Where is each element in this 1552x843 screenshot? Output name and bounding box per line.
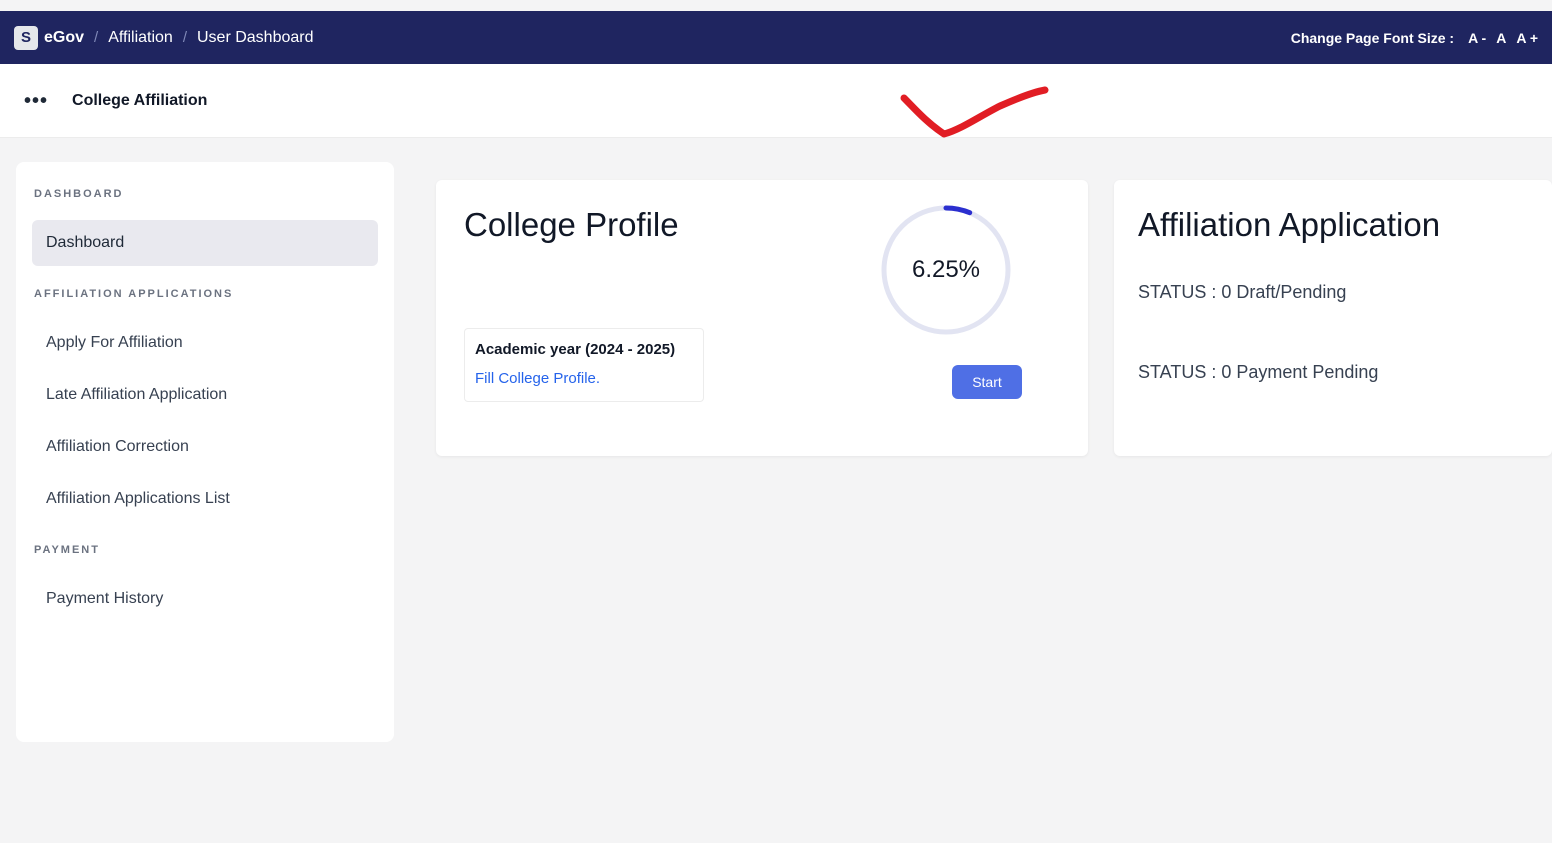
sidebar-item-dashboard[interactable]: Dashboard — [32, 220, 378, 266]
font-decrease-button[interactable]: A - — [1468, 30, 1486, 46]
sidebar-section-dashboard: DASHBOARD — [34, 188, 124, 200]
font-size-label: Change Page Font Size : — [1290, 29, 1455, 46]
profile-progress-value: 6.25% — [911, 256, 981, 283]
sidebar-item-payment-history[interactable]: Payment History — [32, 576, 378, 622]
brand-logo-icon[interactable]: S — [14, 25, 38, 50]
breadcrumb-user-dashboard: User Dashboard — [197, 28, 314, 46]
affiliation-application-title: Affiliation Application — [1138, 206, 1441, 243]
sidebar-section-affiliation-applications: AFFILIATION APPLICATIONS — [34, 288, 234, 300]
font-increase-button[interactable]: A + — [1516, 30, 1538, 46]
sidebar: DASHBOARD Dashboard AFFILIATION APPLICAT… — [16, 162, 394, 742]
page-title: College Affiliation — [72, 91, 208, 109]
page-header: ••• College Affiliation — [0, 64, 1552, 138]
academic-year-label: Academic year (2024 - 2025) — [475, 341, 676, 358]
status-payment-pending: STATUS : 0 Payment Pending — [1138, 362, 1379, 382]
college-profile-title: College Profile — [464, 206, 679, 243]
brand-name-link[interactable]: eGov — [44, 29, 84, 47]
sidebar-item-affiliation-correction[interactable]: Affiliation Correction — [32, 424, 378, 470]
breadcrumb-separator: / — [94, 29, 99, 46]
college-profile-card: College Profile 6.25% Academic year (202… — [436, 180, 1088, 456]
start-button[interactable]: Start — [952, 365, 1022, 399]
affiliation-application-card: Affiliation Application STATUS : 0 Draft… — [1114, 180, 1552, 456]
sidebar-item-apply-for-affiliation[interactable]: Apply For Affiliation — [32, 320, 378, 366]
sidebar-item-affiliation-applications-list[interactable]: Affiliation Applications List — [32, 476, 378, 522]
font-normal-button[interactable]: A — [1496, 30, 1506, 46]
checkmark-annotation-icon — [900, 86, 1049, 138]
fill-college-profile-link[interactable]: Fill College Profile. — [475, 370, 693, 387]
status-draft-pending: STATUS : 0 Draft/Pending — [1138, 282, 1347, 302]
breadcrumb-separator: / — [182, 29, 187, 46]
breadcrumb-affiliation-link[interactable]: Affiliation — [108, 29, 173, 47]
sidebar-item-late-affiliation-application[interactable]: Late Affiliation Application — [32, 372, 378, 418]
academic-year-box: Academic year (2024 - 2025) Fill College… — [464, 328, 704, 402]
more-menu-icon[interactable]: ••• — [24, 91, 48, 111]
font-size-control: Change Page Font Size : A - A A + — [1291, 30, 1538, 46]
sidebar-section-payment: PAYMENT — [34, 544, 100, 556]
top-navbar: S eGov / Affiliation / User Dashboard Ch… — [0, 11, 1552, 64]
